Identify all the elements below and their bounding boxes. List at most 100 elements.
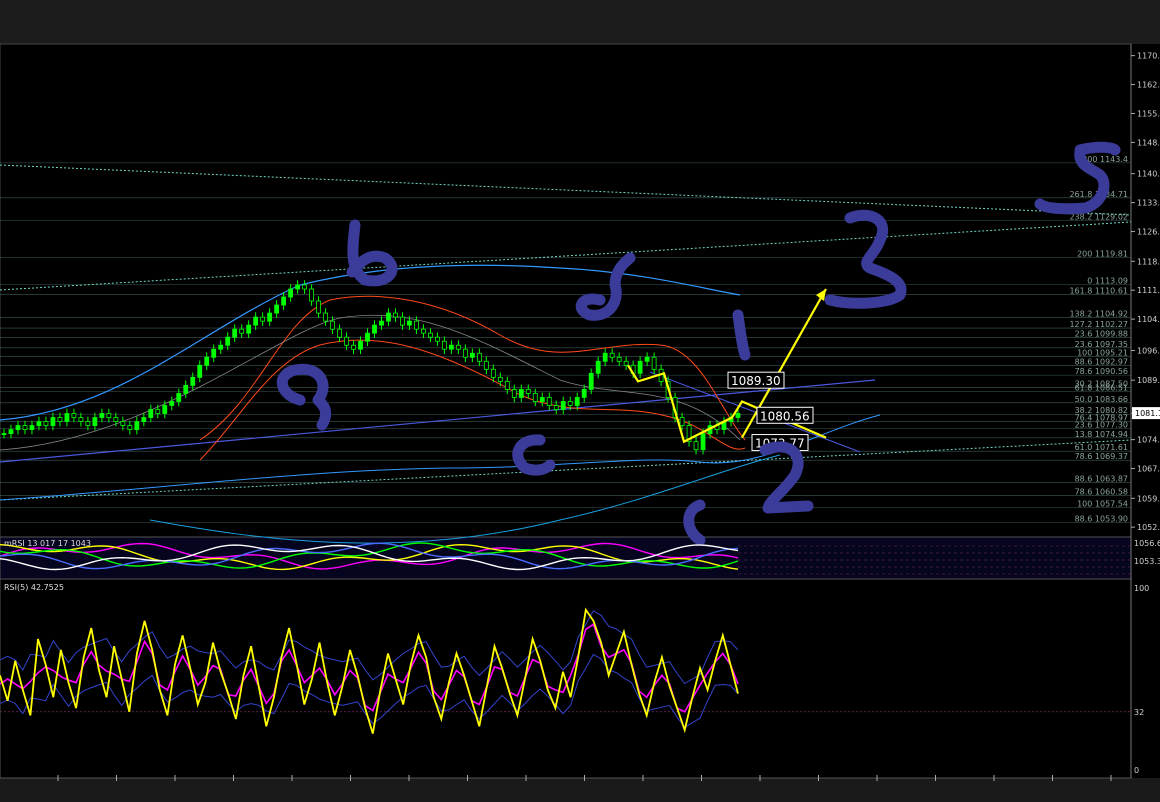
rsi-title: RSI(5) 42.7525: [4, 583, 64, 592]
price-tick-label: 1059.9: [1137, 494, 1160, 503]
candle-body: [246, 324, 252, 334]
fib-level-label: 88.6 1092.97: [1075, 357, 1128, 366]
candle-body: [518, 389, 524, 398]
wave-d-mark: [575, 252, 636, 321]
fib-level-label: 127.2 1102.27: [1069, 320, 1128, 329]
candle-body: [330, 320, 335, 330]
candle-body: [43, 421, 49, 426]
wave-1-mark: [732, 309, 751, 361]
candle-body: [29, 425, 35, 430]
candle-body: [365, 332, 370, 342]
candle-body: [421, 328, 426, 334]
candle-body: [106, 413, 112, 418]
candle-body: [602, 352, 608, 362]
candle-body: [197, 364, 203, 378]
fib-level-label: 23.6 1099.88: [1075, 330, 1128, 339]
fib-level-label: 50.0 1083.66: [1075, 395, 1128, 404]
candle-body: [511, 389, 517, 398]
candle-body: [504, 380, 510, 390]
candle-body: [15, 425, 21, 430]
candle-body: [616, 356, 622, 362]
candle-body: [253, 316, 259, 326]
candle-body: [553, 405, 559, 410]
candle-body: [162, 405, 168, 414]
candle-body: [448, 344, 454, 350]
candle-body: [497, 376, 503, 382]
upper-channel-line: [0, 164, 1132, 216]
candle-body: [483, 360, 489, 370]
chart-canvas: 300 1143.4261.8 1134.71238.2 1129.02200 …: [0, 43, 1160, 781]
candle-body: [323, 312, 328, 322]
candle-body: [127, 425, 133, 430]
candle-body: [85, 421, 91, 426]
candle-body: [441, 340, 447, 350]
candle-body: [546, 397, 552, 406]
wave-b-mark: [346, 219, 398, 287]
candle-body: [574, 397, 580, 406]
wave-a-mark: [277, 363, 332, 431]
candle-body: [155, 409, 161, 414]
candle-body: [36, 421, 42, 426]
candle-body: [476, 352, 482, 362]
candle-body: [623, 360, 629, 366]
candle-body: [700, 433, 706, 451]
candle-body: [78, 417, 84, 422]
candle-body: [295, 284, 301, 290]
price-label-boxes: 1089.301080.561073.77: [727, 371, 814, 452]
price-label-text: 1080.56: [760, 409, 810, 423]
candle-body: [309, 288, 314, 302]
wave-3-mark: [824, 209, 907, 309]
rsi-line: [0, 607, 739, 734]
price-tick-label: 1148.5: [1137, 138, 1160, 147]
candle-body: [679, 417, 685, 426]
candle-body: [50, 417, 56, 426]
candle-body: [239, 328, 245, 334]
candle-body: [99, 413, 105, 418]
candle-body: [609, 352, 615, 358]
fib-level-label: 78.6 1069.37: [1075, 452, 1128, 461]
mrsi-title: mRSI 13 017 17 1043: [4, 539, 91, 548]
fib-level-label: 88.6 1063.87: [1075, 474, 1128, 483]
wave-2-mark: [759, 441, 814, 514]
mrsi-tick-label: 1056.6: [1134, 539, 1160, 548]
candle-body: [302, 284, 307, 290]
candle-body: [539, 397, 545, 402]
candle-body: [644, 356, 650, 362]
candle-body: [469, 352, 475, 358]
candle-body: [393, 312, 398, 318]
candle-body: [400, 316, 405, 326]
fibonacci-levels: 300 1143.4261.8 1134.71238.2 1129.02200 …: [0, 155, 1131, 523]
price-tick-label: 1118.9: [1137, 257, 1160, 266]
fib-level-label: 13.8 1074.94: [1075, 430, 1128, 439]
candle-body: [337, 328, 342, 338]
price-tick-label: 1074.5: [1137, 436, 1160, 445]
rsi-tick-label: 0: [1134, 766, 1139, 775]
wave-c-mark: [512, 434, 556, 476]
price-tick-label: 1140.7: [1137, 170, 1160, 179]
lower-channel-line: [0, 439, 1132, 501]
trend-lines: [0, 164, 1132, 501]
candle-body: [225, 336, 231, 346]
ma-red-upper: [199, 295, 746, 441]
candle-body: [71, 413, 77, 418]
candle-body: [232, 328, 238, 338]
fib-level-label: 78.6 1060.58: [1075, 488, 1128, 497]
candle-body: [92, 417, 98, 426]
candle-body: [134, 421, 140, 430]
candle-body: [169, 401, 175, 406]
candle-body: [372, 324, 377, 334]
price-tick-label: 1052.7: [1137, 523, 1160, 532]
upper-trend-line: [0, 221, 1132, 291]
candle-body: [260, 316, 266, 322]
candle-body: [267, 312, 273, 322]
fib-level-label: 78.6 1090.56: [1075, 367, 1128, 376]
fib-level-label: 138.2 1104.92: [1069, 309, 1128, 318]
candle-body: [148, 409, 154, 418]
yellow-wave-path: [627, 364, 827, 444]
candle-body: [455, 344, 461, 350]
candle-body: [386, 312, 391, 322]
price-tick-label: 1104.5: [1137, 315, 1160, 324]
price-tick-label: 1089.3: [1137, 376, 1160, 385]
fib-level-label: 100 1095.21: [1077, 348, 1128, 357]
ma-grey: [0, 314, 741, 451]
